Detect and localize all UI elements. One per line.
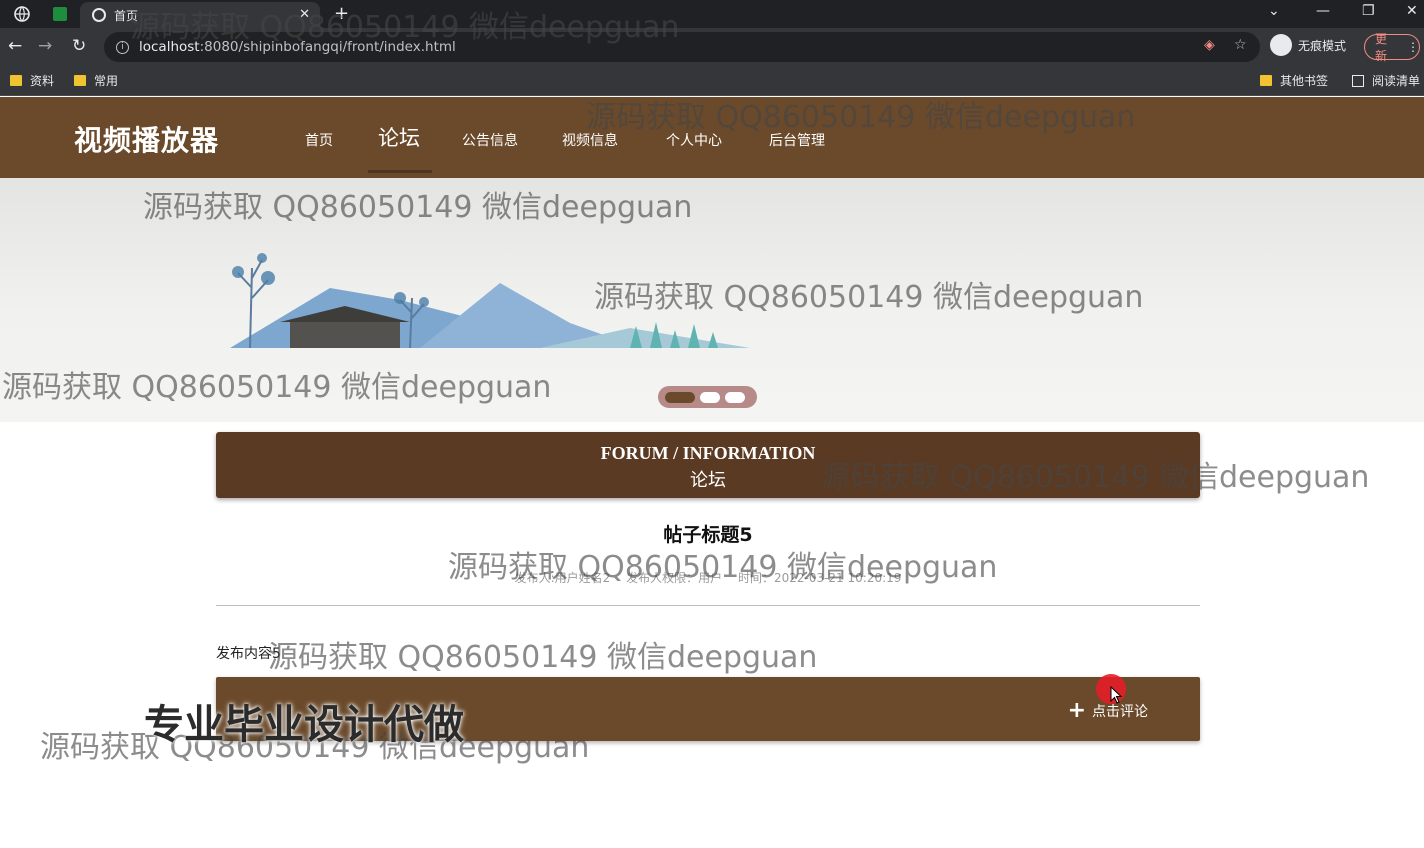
carousel-dot[interactable]: [665, 391, 695, 403]
bookmark-folder[interactable]: 常用: [74, 72, 118, 89]
nav-announcements[interactable]: 公告信息: [462, 130, 518, 150]
site-brand[interactable]: 视频播放器: [74, 119, 219, 159]
new-tab-button[interactable]: +: [334, 3, 349, 24]
incognito-indicator[interactable]: 无痕模式: [1270, 34, 1346, 56]
close-tab-icon[interactable]: ✕: [299, 7, 310, 22]
nav-active-indicator: [368, 170, 432, 173]
incognito-label: 无痕模式: [1298, 38, 1347, 53]
bookmark-star-icon[interactable]: ☆: [1234, 37, 1247, 53]
reading-list-icon: [1352, 74, 1364, 87]
comment-button-label: 点击评论: [1092, 704, 1148, 720]
carousel-dot[interactable]: [700, 391, 720, 403]
reload-icon[interactable]: ↻: [72, 36, 86, 56]
tab-sheets-icon[interactable]: [48, 4, 72, 24]
landscape-illustration: [230, 253, 750, 348]
update-button[interactable]: 更新 ⋮: [1364, 32, 1420, 63]
address-toolbar: ← → ↻ i localhost:8080/shipinbofangqi/fr…: [0, 28, 1424, 66]
reading-list[interactable]: 阅读清单: [1352, 72, 1420, 89]
folder-icon: [74, 75, 86, 86]
folder-icon: [10, 75, 22, 86]
nav-videos[interactable]: 视频信息: [562, 130, 618, 150]
menu-dots-icon[interactable]: ⋮: [1407, 40, 1419, 54]
update-label: 更新: [1375, 32, 1388, 63]
back-icon[interactable]: ←: [8, 36, 22, 56]
forum-title-zh: 论坛: [690, 470, 726, 491]
forward-icon[interactable]: →: [38, 36, 52, 56]
post-content: 发布内容5: [216, 646, 281, 662]
translate-icon[interactable]: ◈: [1204, 37, 1215, 53]
post-role: 发布人权限：用户: [626, 571, 723, 585]
site-info-icon[interactable]: i: [116, 40, 129, 54]
plus-icon: +: [1067, 698, 1086, 723]
restore-icon[interactable]: ❐: [1362, 3, 1375, 19]
carousel-dot[interactable]: [725, 391, 745, 403]
post-title: 帖子标题5: [663, 524, 753, 546]
incognito-icon: [1270, 34, 1292, 56]
globe-icon: [92, 8, 106, 22]
tab-title: 首页: [114, 8, 139, 23]
bookmarks-bar: 资料 常用 其他书签 阅读清单: [0, 66, 1424, 96]
banner-carousel: [0, 178, 1424, 422]
nav-forum[interactable]: 论坛: [378, 122, 420, 152]
tab-globe-icon[interactable]: [10, 4, 34, 24]
bookmark-label: 资料: [30, 74, 55, 88]
folder-icon: [1260, 75, 1272, 86]
mouse-cursor-icon: [1110, 686, 1122, 704]
nav-admin[interactable]: 后台管理: [769, 130, 825, 150]
post-author: 发布人:用户姓名2: [514, 571, 611, 585]
divider: [216, 605, 1200, 606]
browser-tab-strip: 首页 ✕ + ⌄ — ❐ ✕: [0, 0, 1424, 28]
carousel-pagination: [658, 386, 757, 408]
active-tab[interactable]: 首页 ✕: [80, 2, 320, 28]
post-time: 时间：2022-03-21 10:20:19: [737, 571, 902, 585]
bookmark-folder[interactable]: 资料: [10, 72, 54, 89]
bookmark-label: 常用: [94, 74, 119, 88]
url-bar[interactable]: i localhost:8080/shipinbofangqi/front/in…: [104, 32, 1260, 62]
bookmark-label: 阅读清单: [1372, 74, 1421, 88]
url-path: :8080/shipinbofangqi/front/index.html: [199, 39, 456, 55]
close-window-icon[interactable]: ✕: [1406, 3, 1418, 19]
forum-section-title: FORUM / INFORMATION 论坛: [216, 432, 1200, 498]
nav-home[interactable]: 首页: [305, 130, 333, 150]
bookmark-label: 其他书签: [1280, 74, 1329, 88]
watermark: 源码获取 QQ86050149 微信deepguan: [268, 640, 818, 675]
url-host: localhost: [139, 39, 200, 55]
site-header: 视频播放器 首页 论坛 公告信息 视频信息 个人中心 后台管理: [0, 97, 1424, 178]
promo-watermark: 专业毕业设计代做: [144, 702, 464, 748]
comment-button[interactable]: + 点击评论: [1067, 698, 1148, 723]
nav-profile[interactable]: 个人中心: [666, 130, 722, 150]
other-bookmarks[interactable]: 其他书签: [1260, 72, 1328, 89]
forum-title-en: FORUM / INFORMATION: [600, 443, 816, 463]
post-meta: 发布人:用户姓名2 发布人权限：用户 时间：2022-03-21 10:20:1…: [216, 569, 1200, 586]
tab-search-icon[interactable]: ⌄: [1268, 3, 1280, 19]
minimize-icon[interactable]: —: [1316, 3, 1330, 19]
